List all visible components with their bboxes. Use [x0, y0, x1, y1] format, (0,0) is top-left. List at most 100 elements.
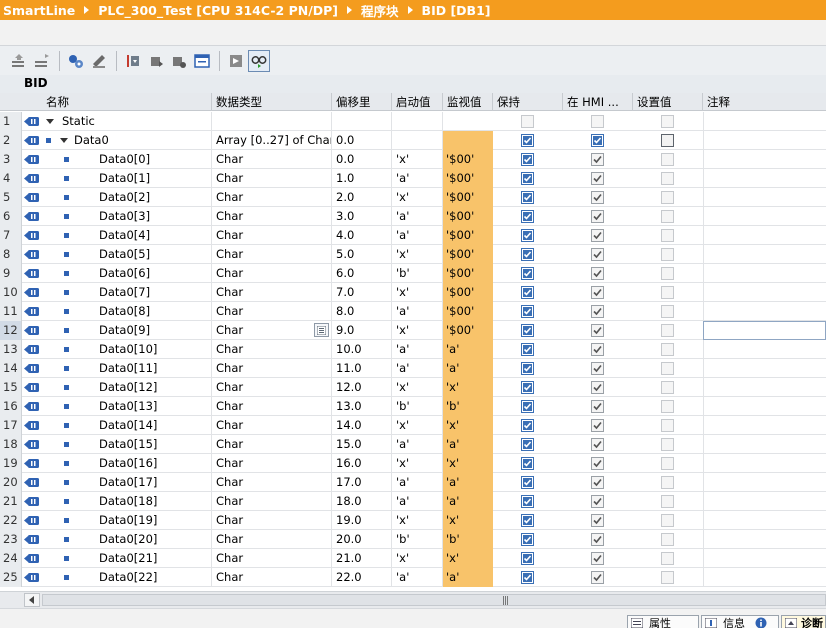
comment-cell[interactable]	[703, 492, 826, 511]
row-number[interactable]: 24	[0, 549, 22, 568]
retain-checkbox[interactable]	[521, 324, 534, 337]
setpoint-checkbox[interactable]	[661, 400, 674, 413]
comment-cell[interactable]	[703, 530, 826, 549]
breadcrumb-block[interactable]: BID [DB1]	[422, 3, 491, 18]
retain-checkbox[interactable]	[521, 552, 534, 565]
start-value-cell[interactable]: 'x'	[392, 416, 443, 435]
start-value-cell[interactable]: 'a'	[392, 359, 443, 378]
setpoint-checkbox[interactable]	[661, 229, 674, 242]
setpoint-checkbox[interactable]	[661, 476, 674, 489]
datatype-cell[interactable]: Char	[212, 207, 332, 226]
name-cell[interactable]: Data0[18]	[42, 492, 212, 511]
name-cell[interactable]: Data0[15]	[42, 435, 212, 454]
name-cell[interactable]: Data0[12]	[42, 378, 212, 397]
scrollbar-thumb[interactable]: |||	[42, 594, 826, 606]
setpoint-checkbox[interactable]	[661, 324, 674, 337]
name-cell[interactable]: Data0[20]	[42, 530, 212, 549]
comment-cell[interactable]	[703, 568, 826, 587]
retain-checkbox[interactable]	[521, 229, 534, 242]
datatype-picker-button[interactable]	[314, 323, 329, 337]
table-row[interactable]: 6 Data0[3] Char 3.0'a' '$00'	[0, 207, 826, 226]
retain-checkbox[interactable]	[521, 438, 534, 451]
header-setpoint[interactable]: 设置值	[633, 93, 703, 111]
table-row[interactable]: 13 Data0[10] Char 10.0'a''a'	[0, 340, 826, 359]
row-number[interactable]: 13	[0, 340, 22, 359]
start-value-cell[interactable]: 'x'	[392, 283, 443, 302]
datatype-cell[interactable]: Char	[212, 454, 332, 473]
start-value-cell[interactable]: 'a'	[392, 568, 443, 587]
comment-cell[interactable]	[703, 549, 826, 568]
retain-checkbox[interactable]	[521, 191, 534, 204]
tab-info[interactable]: 信息	[701, 615, 779, 628]
initialize-button[interactable]	[225, 50, 247, 72]
setpoint-checkbox[interactable]	[661, 172, 674, 185]
datatype-cell[interactable]: Char	[212, 473, 332, 492]
hmi-checkbox[interactable]	[591, 476, 604, 489]
hmi-checkbox[interactable]	[591, 286, 604, 299]
expand-all-button[interactable]	[65, 50, 87, 72]
tab-diagnostics[interactable]: 诊断	[781, 615, 826, 628]
tab-properties[interactable]: 属性	[627, 615, 699, 628]
datatype-cell[interactable]: Array [0..27] of Char	[212, 131, 332, 150]
name-cell[interactable]: Data0[10]	[42, 340, 212, 359]
hmi-checkbox[interactable]	[591, 210, 604, 223]
setpoint-checkbox[interactable]	[661, 267, 674, 280]
start-value-cell[interactable]: 'a'	[392, 226, 443, 245]
setpoint-checkbox[interactable]	[661, 552, 674, 565]
hmi-checkbox[interactable]	[591, 267, 604, 280]
start-value-cell[interactable]: 'x'	[392, 245, 443, 264]
datatype-cell[interactable]: Char	[212, 492, 332, 511]
start-value-cell[interactable]: 'x'	[392, 511, 443, 530]
hmi-checkbox[interactable]	[591, 571, 604, 584]
retain-checkbox[interactable]	[521, 514, 534, 527]
comment-cell[interactable]	[703, 112, 826, 131]
row-number[interactable]: 6	[0, 207, 22, 226]
setpoint-checkbox[interactable]	[661, 419, 674, 432]
name-cell[interactable]: Data0[0]	[42, 150, 212, 169]
retain-checkbox[interactable]	[521, 381, 534, 394]
start-value-cell[interactable]: 'x'	[392, 549, 443, 568]
setpoint-checkbox[interactable]	[661, 305, 674, 318]
retain-checkbox[interactable]	[521, 153, 534, 166]
table-row[interactable]: 24 Data0[21] Char 21.0'x''x'	[0, 549, 826, 568]
comment-cell[interactable]	[703, 283, 826, 302]
table-row[interactable]: 14 Data0[11] Char 11.0'a''a'	[0, 359, 826, 378]
comment-cell[interactable]	[703, 416, 826, 435]
header-hmi[interactable]: 在 HMI ...	[563, 93, 633, 111]
table-row[interactable]: 25 Data0[22] Char 22.0'a''a'	[0, 568, 826, 587]
comment-cell[interactable]	[703, 302, 826, 321]
datatype-cell[interactable]: Char	[212, 245, 332, 264]
breadcrumb-project[interactable]: SmartLine	[3, 3, 75, 18]
setpoint-checkbox[interactable]	[661, 571, 674, 584]
datatype-cell[interactable]: Char	[212, 264, 332, 283]
hmi-checkbox[interactable]	[591, 362, 604, 375]
setpoint-checkbox[interactable]	[661, 533, 674, 546]
datatype-cell[interactable]: Char	[212, 549, 332, 568]
setpoint-checkbox[interactable]	[661, 514, 674, 527]
datatype-cell[interactable]: Char	[212, 188, 332, 207]
comment-cell[interactable]	[703, 207, 826, 226]
hmi-checkbox[interactable]	[591, 115, 604, 128]
datatype-cell[interactable]: Char	[212, 530, 332, 549]
row-number[interactable]: 25	[0, 568, 22, 587]
row-number[interactable]: 10	[0, 283, 22, 302]
datatype-cell[interactable]: Char	[212, 150, 332, 169]
name-cell[interactable]: Data0[3]	[42, 207, 212, 226]
row-number[interactable]: 8	[0, 245, 22, 264]
table-row[interactable]: 18 Data0[15] Char 15.0'a''a'	[0, 435, 826, 454]
retain-checkbox[interactable]	[521, 362, 534, 375]
comment-cell[interactable]	[703, 226, 826, 245]
retain-checkbox[interactable]	[521, 419, 534, 432]
setpoint-checkbox[interactable]	[661, 153, 674, 166]
table-row[interactable]: 2 Data0 Array [0..27] of Char 0.0	[0, 131, 826, 150]
retain-checkbox[interactable]	[521, 286, 534, 299]
table-row[interactable]: 5 Data0[2] Char 2.0'x' '$00'	[0, 188, 826, 207]
retain-checkbox[interactable]	[521, 210, 534, 223]
datatype-cell[interactable]: Char	[212, 378, 332, 397]
row-number[interactable]: 1	[0, 112, 22, 131]
name-cell[interactable]: Data0[7]	[42, 283, 212, 302]
name-cell[interactable]: Data0[19]	[42, 511, 212, 530]
start-value-cell[interactable]: 'a'	[392, 473, 443, 492]
comment-cell[interactable]	[703, 321, 826, 340]
start-value-cell[interactable]: 'a'	[392, 340, 443, 359]
